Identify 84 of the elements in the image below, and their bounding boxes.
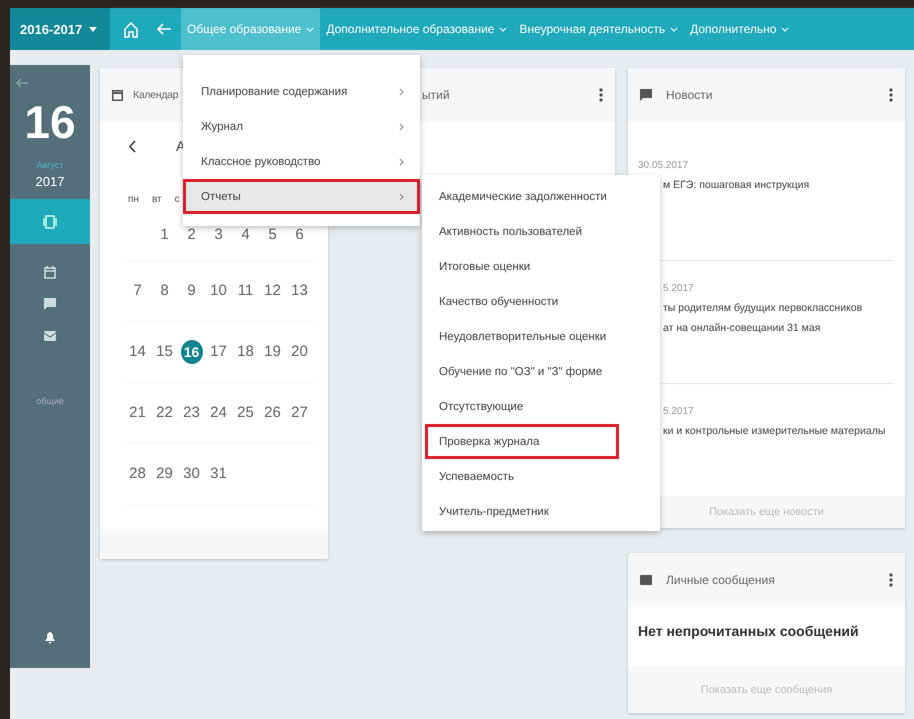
- empty-message: Нет непрочитанных сообщений: [637, 622, 860, 641]
- chat-icon: [640, 88, 652, 102]
- home-icon[interactable]: [123, 20, 139, 38]
- calendar-day[interactable]: 6: [286, 223, 313, 247]
- chat-icon: [44, 298, 56, 310]
- calendar-day[interactable]: 25: [232, 401, 259, 425]
- menu-item[interactable]: Активность пользователей: [422, 214, 660, 249]
- chevron-right-icon: [399, 192, 404, 200]
- calendar-day[interactable]: 12: [259, 279, 286, 303]
- chevron-left-icon[interactable]: [128, 140, 136, 152]
- menu-item[interactable]: Итоговые оценки: [422, 249, 660, 284]
- calendar-day[interactable]: 10: [205, 279, 232, 303]
- news-date: 30.05.2017: [638, 160, 690, 171]
- calendar-day[interactable]: 23: [178, 401, 205, 425]
- menu-item[interactable]: Планирование содержания: [183, 74, 420, 109]
- menu-item[interactable]: Успеваемость: [422, 459, 660, 494]
- news-date: 5.2017: [663, 406, 695, 417]
- menu-item[interactable]: Качество обученности: [422, 284, 660, 319]
- chevron-down-icon: [781, 26, 790, 32]
- calendar-day[interactable]: 5: [259, 223, 286, 247]
- calendar-icon: [112, 89, 123, 101]
- chevron-down-icon: [499, 26, 508, 32]
- news-title[interactable]: ты родителям будущих первоклассников: [663, 302, 893, 314]
- calendar-day[interactable]: 16: [180, 340, 202, 364]
- calendar-day[interactable]: 13: [286, 279, 313, 303]
- calendar-day[interactable]: 1: [151, 223, 178, 247]
- calendar-day[interactable]: 9: [178, 279, 205, 303]
- card-title: ытий: [422, 88, 450, 102]
- calendar-day[interactable]: 20: [286, 340, 313, 364]
- menu-item[interactable]: Проверка журнала: [425, 424, 619, 459]
- cards-icon: [43, 214, 57, 228]
- weekday-label: с: [174, 194, 180, 205]
- calendar-day[interactable]: 30: [178, 462, 205, 486]
- calendar-day[interactable]: 22: [151, 401, 178, 425]
- calendar-day[interactable]: 26: [259, 401, 286, 425]
- current-year: 2017: [36, 174, 64, 189]
- menu-item[interactable]: Неудовлетворительные оценки: [422, 319, 660, 354]
- calendar-day[interactable]: 19: [259, 340, 286, 364]
- calendar-day[interactable]: 29: [151, 462, 178, 486]
- news-title[interactable]: ат на онлайн-совещании 31 мая: [663, 322, 893, 334]
- calendar-day[interactable]: 24: [205, 401, 232, 425]
- menu-item[interactable]: Журнал: [183, 109, 420, 144]
- current-day: 16: [24, 96, 76, 148]
- calendar-day[interactable]: 27: [286, 401, 313, 425]
- calendar-day[interactable]: 2: [178, 223, 205, 247]
- year-selector[interactable]: 2016-2017: [10, 8, 110, 50]
- more-options-icon[interactable]: [889, 88, 893, 102]
- chevron-right-icon: [399, 158, 404, 166]
- calendar-day[interactable]: 3: [205, 223, 232, 247]
- current-month: Август: [36, 160, 64, 170]
- calendar-day[interactable]: 4: [232, 223, 259, 247]
- news-title[interactable]: ки и контрольные измерительные материалы: [663, 425, 893, 437]
- menu-item[interactable]: Отсутствующие: [422, 389, 660, 424]
- calendar-day[interactable]: 31: [205, 462, 232, 486]
- weekday-label: вт: [152, 194, 162, 205]
- calendar-icon: [44, 266, 56, 278]
- calendar-day[interactable]: 8: [151, 279, 178, 303]
- calendar-day[interactable]: 14: [124, 340, 151, 364]
- menu-item[interactable]: Академические задолженности: [422, 179, 660, 214]
- weekday-label: пн: [128, 194, 139, 205]
- more-options-icon[interactable]: [599, 88, 603, 102]
- card-title: Новости: [666, 88, 712, 102]
- calendar-day[interactable]: 28: [124, 462, 151, 486]
- menu-item[interactable]: Отчеты: [183, 179, 420, 214]
- more-options-icon[interactable]: [889, 573, 893, 587]
- chevron-down-icon: [306, 26, 314, 32]
- calendar-day[interactable]: 11: [232, 279, 259, 303]
- chevron-down-icon: [670, 26, 678, 32]
- card-title: Личные сообщения: [666, 573, 775, 587]
- chevron-right-icon: [399, 122, 404, 130]
- calendar-day[interactable]: 17: [205, 340, 232, 364]
- news-title[interactable]: м ЕГЭ: пошаговая инструкция: [663, 179, 893, 191]
- bell-icon[interactable]: [45, 632, 55, 644]
- calendar-day[interactable]: 18: [232, 340, 259, 364]
- menu-item[interactable]: Обучение по "ОЗ" и "З" форме: [422, 354, 660, 389]
- news-date: 5.2017: [663, 283, 695, 294]
- card-title: Календар: [133, 89, 178, 101]
- calendar-day[interactable]: 7: [124, 279, 151, 303]
- calendar-day[interactable]: 21: [124, 401, 151, 425]
- dropdown-icon: [89, 26, 98, 32]
- calendar-day[interactable]: 15: [151, 340, 178, 364]
- back-arrow-icon[interactable]: [16, 78, 28, 88]
- chevron-right-icon: [399, 88, 404, 96]
- menu-item[interactable]: Классное руководство: [183, 144, 420, 179]
